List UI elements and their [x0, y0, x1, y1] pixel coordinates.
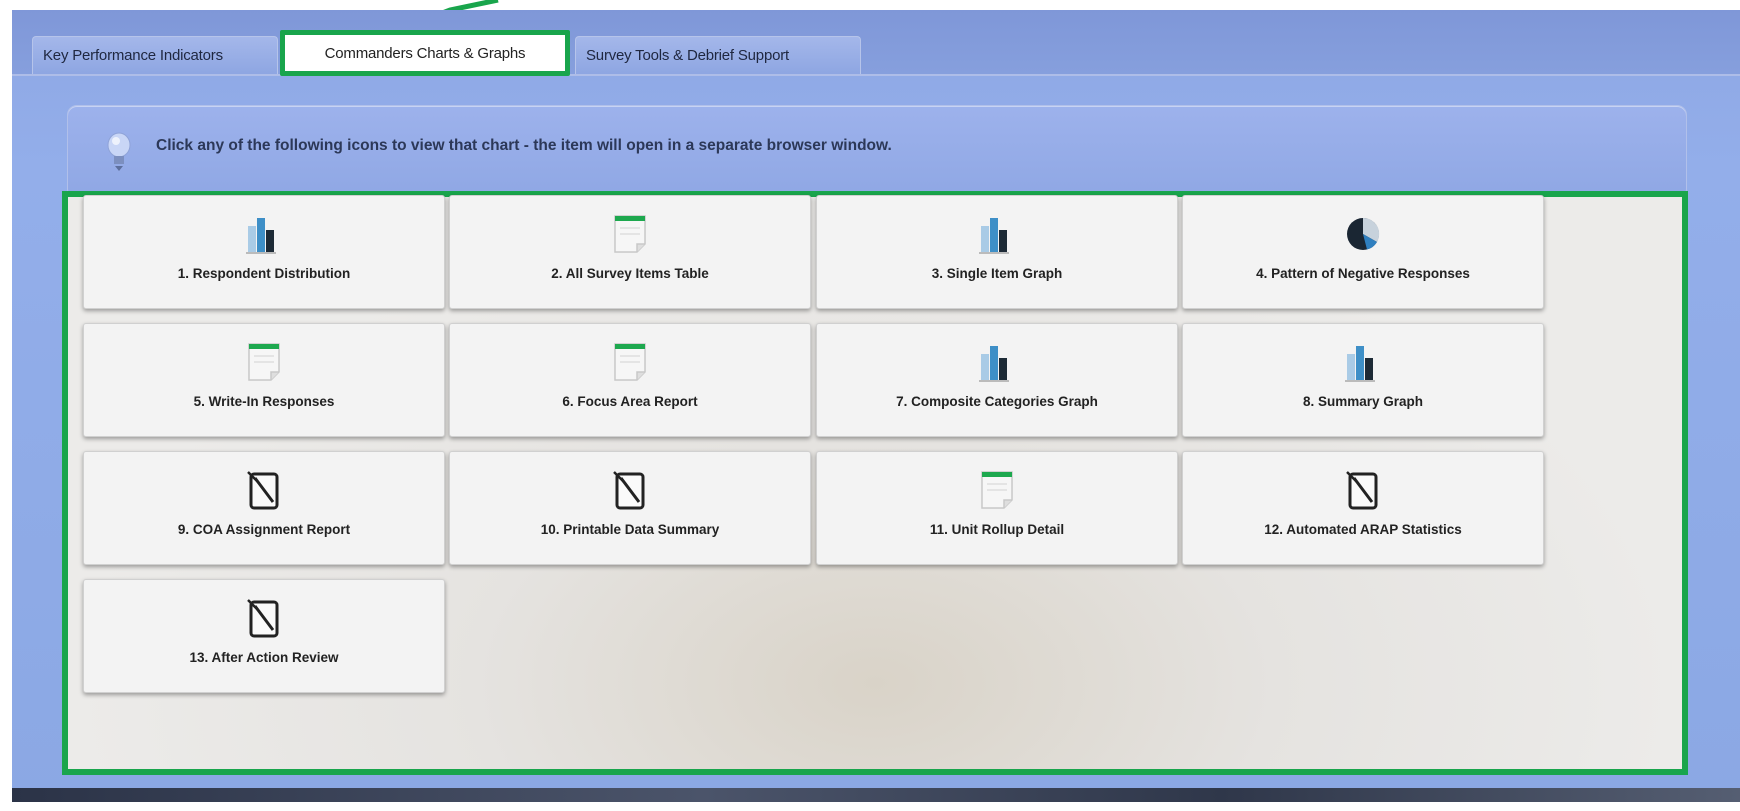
document-icon: [610, 340, 650, 384]
chart-card-label: 4. Pattern of Negative Responses: [1256, 266, 1470, 281]
chart-card-label: 3. Single Item Graph: [931, 266, 1063, 281]
bar-chart-icon: [977, 212, 1017, 256]
chart-card-label: 12. Automated ARAP Statistics: [1264, 522, 1462, 537]
edit-document-icon: [1343, 468, 1383, 512]
edit-document-icon: [244, 468, 284, 512]
document-icon: [977, 468, 1017, 512]
bottom-strip: [12, 788, 1740, 802]
chart-card-label: 9. COA Assignment Report: [177, 522, 351, 537]
chart-card[interactable]: 4. Pattern of Negative Responses: [1182, 195, 1544, 309]
chart-card[interactable]: 10. Printable Data Summary: [449, 451, 811, 565]
chart-card[interactable]: 8. Summary Graph: [1182, 323, 1544, 437]
chart-card-label: 8. Summary Graph: [1302, 394, 1424, 409]
document-icon: [610, 212, 650, 256]
chart-card[interactable]: 3. Single Item Graph: [816, 195, 1178, 309]
tab-commanders-charts-graphs[interactable]: Commanders Charts & Graphs: [280, 30, 570, 76]
chart-card[interactable]: 2. All Survey Items Table: [449, 195, 811, 309]
bar-chart-icon: [1343, 340, 1383, 384]
document-icon: [244, 340, 284, 384]
tab-bar: Key Performance Indicators Commanders Ch…: [12, 10, 1740, 76]
tab-key-performance-indicators[interactable]: Key Performance Indicators: [32, 36, 278, 74]
chart-card[interactable]: 12. Automated ARAP Statistics: [1182, 451, 1544, 565]
chart-card[interactable]: 13. After Action Review: [83, 579, 445, 693]
chart-card[interactable]: 6. Focus Area Report: [449, 323, 811, 437]
edit-document-icon: [610, 468, 650, 512]
chart-card[interactable]: 9. COA Assignment Report: [83, 451, 445, 565]
info-banner: Click any of the following icons to view…: [67, 105, 1687, 199]
chart-card-label: 13. After Action Review: [189, 650, 339, 665]
chart-card-label: 2. All Survey Items Table: [551, 266, 709, 281]
lightbulb-icon: [107, 132, 131, 171]
chart-card[interactable]: 1. Respondent Distribution: [83, 195, 445, 309]
chart-card[interactable]: 11. Unit Rollup Detail: [816, 451, 1178, 565]
pie-chart-icon: [1343, 212, 1383, 256]
bar-chart-icon: [977, 340, 1017, 384]
chart-card-label: 6. Focus Area Report: [562, 394, 698, 409]
chart-card-label: 5. Write-In Responses: [193, 394, 335, 409]
chart-card-label: 1. Respondent Distribution: [177, 266, 351, 281]
tab-survey-tools-debrief[interactable]: Survey Tools & Debrief Support: [575, 36, 861, 74]
bar-chart-icon: [244, 212, 284, 256]
chart-card-label: 7. Composite Categories Graph: [896, 394, 1098, 409]
chart-card[interactable]: 5. Write-In Responses: [83, 323, 445, 437]
info-message: Click any of the following icons to view…: [156, 137, 892, 154]
edit-document-icon: [244, 596, 284, 640]
chart-card-label: 11. Unit Rollup Detail: [929, 522, 1065, 537]
chart-card[interactable]: 7. Composite Categories Graph: [816, 323, 1178, 437]
chart-card-label: 10. Printable Data Summary: [540, 522, 720, 537]
